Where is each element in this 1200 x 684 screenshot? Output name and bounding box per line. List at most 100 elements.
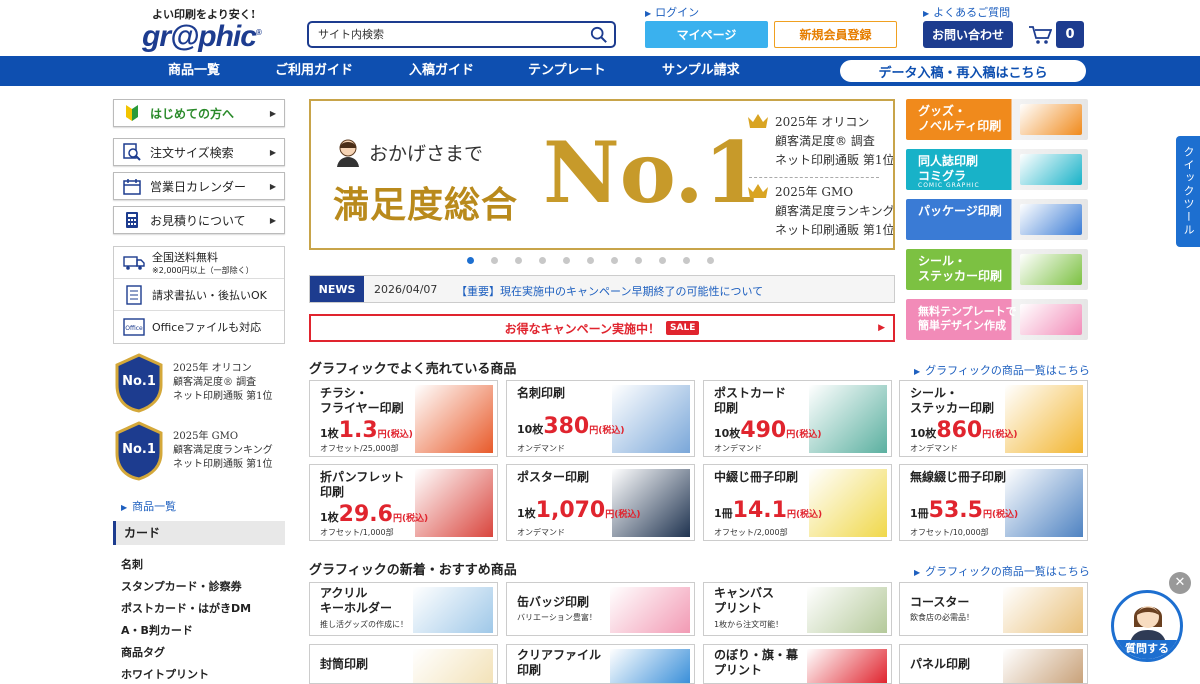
new-product-card[interactable]: クリアファイル 印刷 [506, 644, 695, 684]
category-item-tag[interactable]: 商品タグ [121, 644, 165, 660]
estimate-button[interactable]: お見積りについて ▶ [113, 206, 285, 234]
product-card[interactable]: 折パンフレット 印刷 1枚29.6円(税込) オフセット/1,000部 [309, 464, 498, 541]
hero-banner[interactable]: おかげさまで 満足度総合 No.1 2025年 オリコン 顧客満足度® 調査 ネット… [309, 99, 895, 250]
carousel-dot[interactable] [659, 257, 666, 264]
login-link-label: ログイン [655, 6, 700, 19]
template-banner[interactable]: 無料テンプレートで 簡単デザイン作成 [906, 299, 1088, 340]
faq-link[interactable]: ▶ よくあるご質問 [923, 4, 1010, 20]
product-price-value: 29.6 [338, 502, 393, 527]
carousel-dot[interactable] [683, 257, 690, 264]
quick-tool-tab[interactable]: クイックツール [1176, 136, 1200, 247]
size-search-button[interactable]: 注文サイズ検索 ▶ [113, 138, 285, 166]
banner-oricon-line: ネット印刷通販 第1位 [775, 153, 895, 167]
category-item-white-print[interactable]: ホワイトプリント [121, 666, 209, 682]
category-item-postcard[interactable]: ポストカード・はがきDM [121, 600, 251, 616]
mypage-button[interactable]: マイページ [645, 21, 768, 48]
category-item-ab-card[interactable]: A・B判カード [121, 622, 193, 638]
login-link[interactable]: ▶ ログイン [645, 4, 699, 20]
product-price: 10枚490円(税込) [714, 418, 821, 443]
new-list-link[interactable]: ▶ グラフィックの商品一覧はこちら [914, 563, 1090, 579]
product-card[interactable]: ポストカード 印刷 10枚490円(税込) オンデマンド [703, 380, 892, 457]
nav-submission-guide[interactable]: 入稿ガイド [409, 56, 474, 86]
laurel-badge-icon: No.1 [115, 421, 163, 481]
category-list-label: 商品一覧 [132, 500, 177, 513]
cart-button[interactable]: 0 [1028, 21, 1088, 48]
site-logo[interactable]: gr@phic® [142, 20, 262, 54]
product-card[interactable]: チラシ・ フライヤー印刷 1枚1.3円(税込) オフセット/25,000部 [309, 380, 498, 457]
main-nav: 商品一覧 ご利用ガイド 入稿ガイド テンプレート サンプル請求 データ入稿・再入… [0, 56, 1200, 86]
register-button[interactable]: 新規会員登録 [774, 21, 897, 48]
product-quantity: 1枚 [517, 507, 536, 520]
ask-question-button[interactable]: 質問する [1111, 590, 1183, 662]
carousel-dot[interactable] [707, 257, 714, 264]
carousel-dot[interactable] [635, 257, 642, 264]
data-submission-button[interactable]: データ入稿・再入稿はこちら [840, 60, 1086, 82]
carousel-dot[interactable] [491, 257, 498, 264]
product-name: 封筒印刷 [320, 657, 369, 671]
contact-button[interactable]: お問い合わせ [923, 21, 1013, 48]
calendar-button[interactable]: 営業日カレンダー ▶ [113, 172, 285, 200]
product-name: ポスター印刷 [517, 470, 590, 484]
product-price-unit: 円(税込) [392, 514, 429, 524]
product-name: チラシ・ フライヤー印刷 [320, 386, 404, 415]
logo-text: gr@phic [142, 20, 257, 53]
carousel-dot[interactable] [515, 257, 522, 264]
carousel-dot[interactable] [563, 257, 570, 264]
new-product-card[interactable]: キャンバス プリント 1枚から注文可能！ [703, 582, 892, 636]
nav-guide[interactable]: ご利用ガイド [275, 56, 353, 86]
banner-oricon-line: 顧客満足度® 調査 [775, 134, 875, 148]
template-banner-text: 無料テンプレートで 簡単デザイン作成 [918, 305, 1017, 332]
new-product-card[interactable]: アクリル キーホルダー 推し活グッズの作成に！ [309, 582, 498, 636]
carousel-dot[interactable] [587, 257, 594, 264]
first-time-button[interactable]: はじめての方へ ▶ [113, 99, 285, 127]
new-product-card[interactable]: パネル印刷 [899, 644, 1088, 684]
search-input[interactable] [309, 23, 579, 46]
office-label: Officeファイルも対応 [152, 321, 262, 334]
search-icon[interactable] [590, 26, 608, 44]
new-product-card[interactable]: 缶バッジ印刷 バリエーション豊富！ [506, 582, 695, 636]
package-banner[interactable]: パッケージ印刷 [906, 199, 1088, 240]
product-price-value: 860 [936, 418, 983, 443]
carousel-dot[interactable] [611, 257, 618, 264]
product-price-value: 53.5 [928, 498, 983, 523]
nav-products[interactable]: 商品一覧 [168, 56, 220, 86]
product-price: 1枚1.3円(税込) [320, 418, 413, 443]
product-card[interactable]: シール・ ステッカー印刷 10枚860円(税込) オンデマンド [899, 380, 1088, 457]
product-quantity: 1冊 [910, 507, 929, 520]
product-card[interactable]: 名刺印刷 10枚380円(税込) オンデマンド [506, 380, 695, 457]
product-image [1003, 587, 1083, 633]
product-price-unit: 円(税込) [982, 430, 1018, 440]
campaign-banner[interactable]: お得なキャンペーン実施中！ SALE ▶ [309, 314, 895, 342]
new-product-card[interactable]: のぼり・旗・幕 プリント [703, 644, 892, 684]
new-product-card[interactable]: 封筒印刷 [309, 644, 498, 684]
category-list-link[interactable]: ▶ 商品一覧 [121, 498, 176, 514]
invoice-row: 請求書払い・後払いOK [114, 279, 284, 311]
product-name: 無線綴じ冊子印刷 [910, 470, 1007, 484]
carousel-dot[interactable] [539, 257, 546, 264]
product-card[interactable]: 無線綴じ冊子印刷 1冊53.5円(税込) オフセット/10,000部 [899, 464, 1088, 541]
doujinshi-banner[interactable]: 同人誌印刷 コミグラ COMIC GRAPHIC [906, 149, 1088, 190]
banner-oricon-text: 2025年 オリコン 顧客満足度® 調査 ネット印刷通販 第1位 [749, 113, 895, 170]
beginner-icon [122, 104, 142, 122]
category-item-stamp-card[interactable]: スタンプカード・診察券 [121, 578, 242, 594]
free-shipping-row: 全国送料無料 ※2,000円以上（一部除く） [114, 247, 284, 279]
nav-templates[interactable]: テンプレート [528, 56, 606, 86]
popular-list-link[interactable]: ▶ グラフィックの商品一覧はこちら [914, 362, 1090, 378]
product-card[interactable]: 中綴じ冊子印刷 1冊14.1円(税込) オフセット/2,000部 [703, 464, 892, 541]
news-link[interactable]: 【重要】現在実施中のキャンペーン早期終了の可能性について [456, 283, 763, 299]
product-card[interactable]: ポスター印刷 1枚1,070円(税込) オンデマンド [506, 464, 695, 541]
goods-banner[interactable]: グッズ・ ノベルティ印刷 [906, 99, 1088, 140]
sticker-banner[interactable]: シール・ ステッカー印刷 [906, 249, 1088, 290]
carousel-dot[interactable] [467, 257, 474, 264]
new-product-card[interactable]: コースター 飲食店の必需品！ [899, 582, 1088, 636]
product-image [610, 587, 690, 633]
product-spec: オフセット/1,000部 [320, 528, 394, 537]
chevron-right-icon: ▶ [878, 323, 885, 333]
oricon-award: No.1 2025年 オリコン 顧客満足度® 調査 ネット印刷通販 第1位 [113, 352, 285, 414]
category-item-meishi[interactable]: 名刺 [121, 556, 143, 572]
link-arrow-icon: ▶ [121, 503, 128, 512]
close-icon[interactable]: ✕ [1169, 572, 1191, 594]
category-heading-card[interactable]: カード [113, 521, 285, 545]
nav-samples[interactable]: サンプル請求 [662, 56, 740, 86]
oricon-award-emblem: No.1 [122, 374, 156, 389]
